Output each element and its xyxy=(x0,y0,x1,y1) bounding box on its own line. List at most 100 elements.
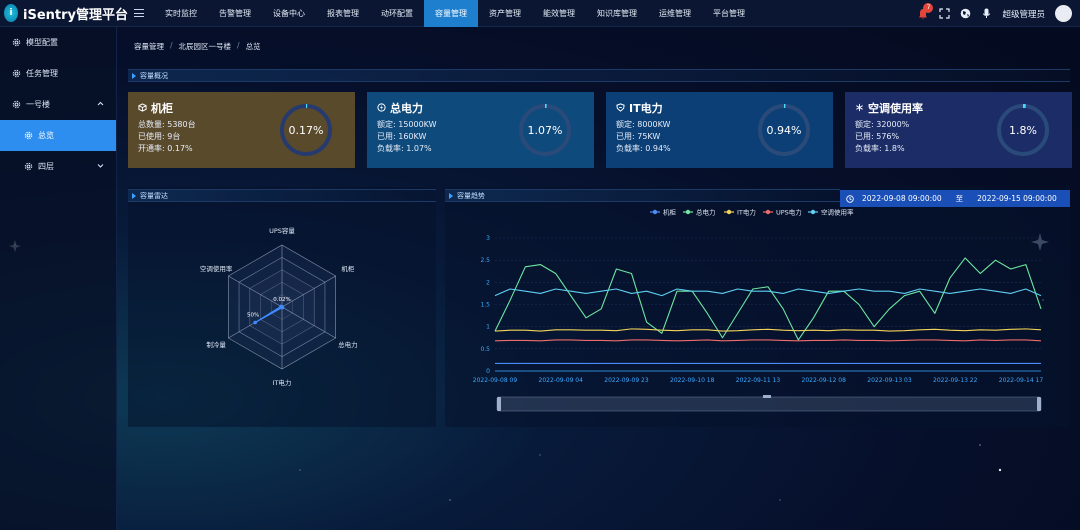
date-range-end[interactable]: 2022-09-15 09:00:00 xyxy=(977,194,1057,203)
microphone-icon[interactable] xyxy=(981,8,992,19)
nav-item-10[interactable]: 平台管理 xyxy=(702,0,756,27)
legend-label: UPS电力 xyxy=(776,208,802,217)
x-tick-label: 2022-09-14 17 xyxy=(999,377,1044,384)
card-title-text: 机柜 xyxy=(151,102,173,115)
nav-item-2[interactable]: 设备中心 xyxy=(262,0,316,27)
legend-marker[interactable] xyxy=(726,209,732,215)
date-range-start[interactable]: 2022-09-08 09:00:00 xyxy=(862,194,942,203)
series-line-4[interactable] xyxy=(494,288,1042,297)
stat-card-3[interactable]: 空调使用率 额定: 32000% 已用: 576% 负载率: 1.8% 1.8% xyxy=(845,92,1072,168)
stat-card-0[interactable]: 机柜 总数量: 5380台 已使用: 9台 开通率: 0.17% 0.17% xyxy=(128,92,355,168)
card-title-text: 空调使用率 xyxy=(868,102,923,115)
sidebar-item-building-one[interactable]: 一号楼 xyxy=(0,89,116,120)
x-tick-label: 2022-09-13 22 xyxy=(933,377,978,384)
power-icon xyxy=(377,102,386,115)
notification-bell-icon[interactable]: 7 xyxy=(917,2,934,20)
section-title: 容量概况 xyxy=(140,71,168,80)
sidebar-item-label: 四层 xyxy=(38,162,54,171)
app-logo[interactable]: i iSentry管理平台 xyxy=(0,4,128,23)
chevron-up-icon xyxy=(97,101,104,106)
y-tick-label: 1 xyxy=(486,324,490,331)
radar-point[interactable] xyxy=(253,320,257,325)
clock-icon xyxy=(846,194,854,203)
sidebar-item-task-management[interactable]: 任务管理 xyxy=(0,58,116,89)
zoom-slider-handle-right[interactable] xyxy=(1037,397,1041,411)
menu-toggle-icon[interactable] xyxy=(134,8,146,18)
user-avatar[interactable] xyxy=(1055,5,1072,22)
sidebar-item-fourth-floor[interactable]: 四层 xyxy=(0,151,116,182)
nav-item-3[interactable]: 报表管理 xyxy=(316,0,370,27)
gear-icon xyxy=(12,100,21,109)
logo-mark-icon: i xyxy=(4,4,18,22)
main-nav: 实时监控 告警管理 设备中心 报表管理 动环配置 容量管理 资产管理 能效管理 知识库管理 运维管… xyxy=(154,0,756,27)
trend-line-chart: 机柜 总电力 IT电力 UPS电力 空调使用率 0 0.5 1 1.5 2 2.5 3 2022-09-… xyxy=(473,208,1044,412)
section-header-radar: 容量雷达 xyxy=(128,189,436,202)
fullscreen-icon[interactable] xyxy=(939,8,951,19)
y-tick-label: 1.5 xyxy=(480,302,490,309)
stat-card-2[interactable]: IT电力 额定: 8000KW 已用: 75KW 负载率: 0.94% 0.94% xyxy=(606,92,833,168)
user-name[interactable]: 超级管理员 xyxy=(1002,8,1045,20)
stat-card-1[interactable]: 总电力 额定: 15000KW 已用: 160KW 负载率: 1.07% 1.07% xyxy=(367,92,594,168)
section-title: 容量雷达 xyxy=(140,191,168,200)
sidebar: 模型配置 任务管理 一号楼 总览 四层 xyxy=(0,27,117,530)
nav-item-5[interactable]: 容量管理 xyxy=(424,0,478,27)
y-tick-label: 3 xyxy=(486,235,490,242)
breadcrumb-separator: / xyxy=(237,41,240,50)
card-percent: 1.07% xyxy=(527,123,563,137)
section-header-overview: 容量概况 xyxy=(128,69,1070,82)
y-tick-label: 2.5 xyxy=(480,257,490,264)
x-tick-label: 2022-09-12 08 xyxy=(802,377,847,384)
gear-icon xyxy=(24,162,33,171)
notification-count-badge: 7 xyxy=(923,2,934,13)
legend-label: 总电力 xyxy=(696,208,716,217)
section-title: 容量趋势 xyxy=(457,191,485,200)
radar-point[interactable] xyxy=(279,304,283,309)
legend-marker[interactable] xyxy=(685,209,691,215)
nav-item-0[interactable]: 实时监控 xyxy=(154,0,208,27)
y-tick-label: 0.5 xyxy=(480,346,490,353)
chevron-down-icon xyxy=(97,164,104,168)
zoom-slider-track[interactable] xyxy=(496,396,1042,412)
x-tick-label: 2022-09-13 03 xyxy=(867,377,912,384)
nav-item-4[interactable]: 动环配置 xyxy=(370,0,424,27)
radar-center-label: 0.02% xyxy=(273,297,290,303)
nav-item-6[interactable]: 资产管理 xyxy=(478,0,532,27)
legend-marker[interactable] xyxy=(652,209,658,215)
sidebar-item-model-config[interactable]: 模型配置 xyxy=(0,27,116,58)
series-line-2[interactable] xyxy=(494,328,1042,332)
sidebar-item-overview[interactable]: 总览 xyxy=(0,120,116,151)
zoom-slider-grip-icon[interactable] xyxy=(763,395,771,398)
radar-indicator-label: 空调使用率 xyxy=(200,264,233,273)
legend-marker[interactable] xyxy=(765,209,771,215)
radar-indicator-label: 制冷量 xyxy=(206,340,226,349)
globe-icon[interactable] xyxy=(960,8,971,19)
section-header-trend: 容量趋势 xyxy=(445,189,840,202)
radar-indicator-label: 总电力 xyxy=(338,340,358,349)
section-arrow-icon xyxy=(449,192,453,199)
legend-marker[interactable] xyxy=(810,209,816,215)
top-navigation-bar: i iSentry管理平台 实时监控 告警管理 设备中心 报表管理 动环配置 容量管理 资产… xyxy=(0,0,1080,27)
cabinet-icon xyxy=(138,102,147,115)
app-title: iSentry管理平台 xyxy=(23,7,128,23)
x-tick-label: 2022-09-11 13 xyxy=(736,377,781,384)
card-title-text: 总电力 xyxy=(390,102,423,115)
nav-item-7[interactable]: 能效管理 xyxy=(532,0,586,27)
radar-chart: UPS容量机柜总电力 IT电力 制冷量 空调使用率 0.02% 50% xyxy=(200,226,358,387)
nav-item-9[interactable]: 运维管理 xyxy=(648,0,702,27)
breadcrumb: 容量管理 / 北辰园区一号楼 / 总览 xyxy=(134,41,261,52)
breadcrumb-item[interactable]: 容量管理 xyxy=(134,41,164,52)
card-percent: 0.94% xyxy=(766,123,802,137)
section-arrow-icon xyxy=(132,72,136,79)
series-line-3[interactable] xyxy=(494,339,1042,342)
breadcrumb-item: 总览 xyxy=(245,42,261,51)
gear-icon xyxy=(24,131,33,140)
legend-label: 空调使用率 xyxy=(821,208,854,217)
nav-item-1[interactable]: 告警管理 xyxy=(208,0,262,27)
radar-indicator-label: IT电力 xyxy=(273,378,292,387)
nav-item-8[interactable]: 知识库管理 xyxy=(586,0,648,27)
sidebar-item-label: 模型配置 xyxy=(26,38,58,47)
breadcrumb-item[interactable]: 北辰园区一号楼 xyxy=(179,41,232,52)
series-line-1[interactable] xyxy=(494,257,1042,341)
date-range-separator: 至 xyxy=(955,194,964,203)
zoom-slider-handle-left[interactable] xyxy=(497,397,501,411)
